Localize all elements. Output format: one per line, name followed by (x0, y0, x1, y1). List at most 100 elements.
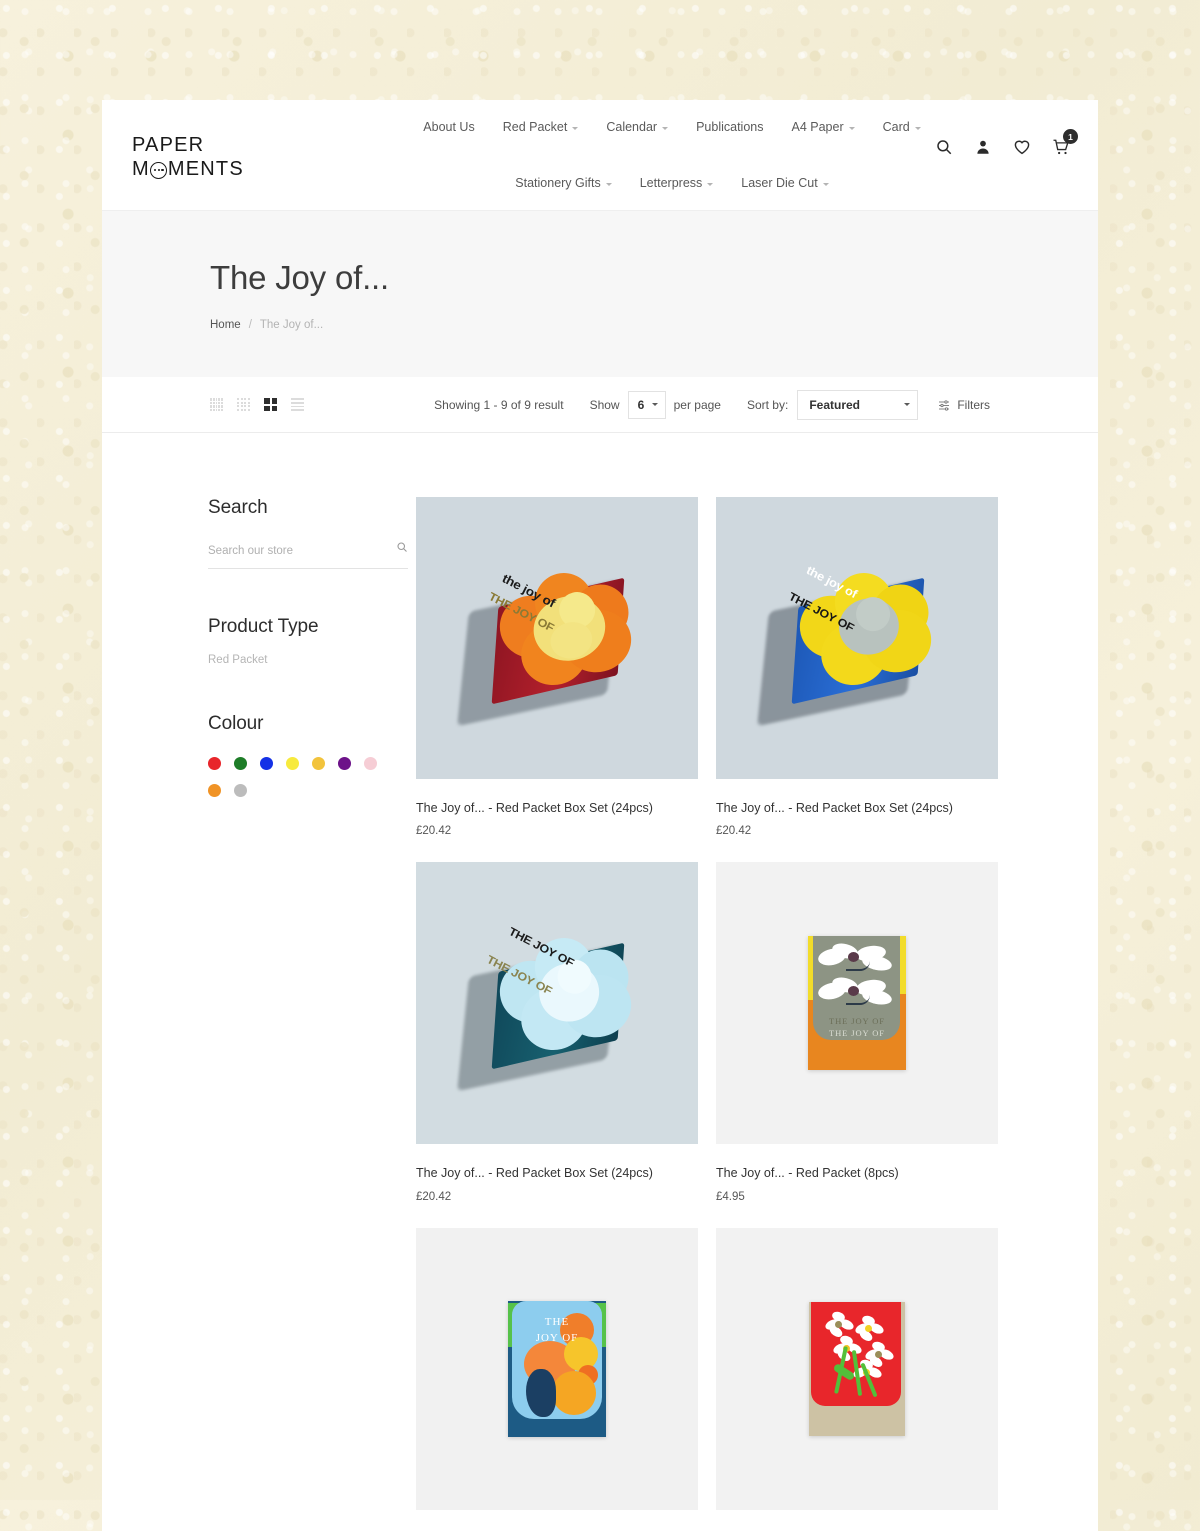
sidebar-search-heading: Search (208, 497, 268, 518)
user-icon[interactable] (974, 138, 992, 156)
nav-label: Red Packet (502, 120, 568, 134)
site-logo[interactable]: PAPER M MENTS (132, 135, 244, 179)
view-mode-switcher (210, 398, 304, 411)
view-mode-list-icon[interactable] (291, 398, 304, 411)
results-count: Showing 1 - 9 of 9 result (434, 397, 564, 412)
chevron-down-icon (572, 126, 579, 130)
colour-swatch-gold[interactable] (312, 757, 325, 770)
product-card[interactable]: THE JOY OF THE JOY OF The Joy of... - Re… (716, 862, 998, 1203)
nav-item-red-packet[interactable]: Red Packet (489, 114, 593, 140)
nav-item-publications[interactable]: Publications (682, 114, 777, 140)
colour-swatch-orange[interactable] (208, 784, 221, 797)
product-title[interactable]: The Joy of... - Red Packet Box Set (24pc… (416, 800, 698, 816)
artwork-text: THE JOY OF (829, 1016, 885, 1027)
product-card[interactable]: THE JOY OF THE JOY OF The Joy of... - Re… (416, 862, 698, 1203)
chevron-down-icon (848, 126, 855, 130)
breadcrumb-current: The Joy of... (259, 319, 324, 331)
colour-swatch-red[interactable] (208, 757, 221, 770)
nav-row-primary: About Us Red Packet Calendar Publication… (382, 114, 962, 140)
nav-label: Stationery Gifts (515, 176, 601, 190)
nav-label: Calendar (606, 120, 658, 134)
site-header: PAPER M MENTS About Us Red Packet Calend… (102, 100, 1098, 210)
search-icon[interactable] (396, 540, 408, 552)
colour-swatch-green[interactable] (234, 757, 247, 770)
filters-button[interactable]: Filters (938, 398, 990, 412)
product-image[interactable]: the joy of THE JOY OF (416, 497, 698, 779)
product-image[interactable] (716, 1227, 998, 1510)
product-image[interactable]: the joy of THE JOY OF (716, 497, 998, 779)
toolbar-controls: Showing 1 - 9 of 9 result Show 6 per pag… (434, 389, 990, 420)
product-title[interactable]: The Joy of... - Red Packet Box Set (24pc… (416, 1165, 698, 1181)
heart-icon[interactable] (1013, 138, 1031, 156)
nav-row-secondary: Stationery Gifts Letterpress Laser Die C… (382, 170, 962, 196)
product-image[interactable]: THE JOY OF THE JOY OF (416, 862, 698, 1145)
colour-swatch-yellow[interactable] (286, 757, 299, 770)
nav-item-calendar[interactable]: Calendar (592, 114, 682, 140)
sidebar-search-box (208, 541, 408, 569)
nav-item-about-us[interactable]: About Us (409, 114, 488, 140)
chevron-down-icon (914, 126, 921, 130)
product-title[interactable]: The Joy of... - Red Packet Box Set (24pc… (716, 800, 998, 816)
product-type-option-red-packet[interactable]: Red Packet (208, 654, 408, 666)
logo-line-1: PAPER (132, 134, 205, 156)
per-page-select[interactable]: 6 (627, 390, 666, 419)
nav-item-letterpress[interactable]: Letterpress (626, 170, 728, 196)
colour-swatch-grey[interactable] (234, 784, 247, 797)
show-label: Show (589, 397, 620, 412)
sidebar-colour-heading: Colour (208, 713, 264, 734)
nav-item-a4-paper[interactable]: A4 Paper (777, 114, 868, 140)
page-title: The Joy of... (210, 259, 389, 296)
nav-label: Publications (696, 120, 764, 134)
sidebar-product-type-heading: Product Type (208, 616, 319, 637)
main-navigation: About Us Red Packet Calendar Publication… (382, 114, 962, 196)
breadcrumb-separator: / (248, 319, 252, 331)
breadcrumb: Home / The Joy of... (210, 319, 1098, 331)
product-card[interactable]: THE JOY OF (416, 1227, 698, 1531)
search-icon[interactable] (935, 138, 953, 156)
nav-item-laser-die-cut[interactable]: Laser Die Cut (727, 170, 842, 196)
product-image[interactable]: THE JOY OF THE JOY OF (716, 862, 998, 1145)
sort-select-wrap: Featured (797, 389, 919, 420)
view-mode-grid-3-icon[interactable] (237, 398, 250, 411)
filter-icon (939, 399, 950, 411)
product-image[interactable]: THE JOY OF (416, 1227, 698, 1510)
colour-swatch-blue[interactable] (260, 757, 273, 770)
sort-by-label: Sort by: (746, 397, 789, 412)
product-title[interactable]: The Joy of... - Red Packet (8pcs) (716, 1165, 998, 1181)
header-icon-group: 1 (935, 129, 1078, 156)
view-mode-grid-5-icon[interactable] (210, 398, 223, 411)
cart-count-badge: 1 (1063, 129, 1078, 144)
product-price: £20.42 (716, 825, 752, 838)
product-price: £20.42 (416, 1190, 452, 1203)
logo-line-2-post: MENTS (167, 158, 244, 180)
nav-item-card[interactable]: Card (869, 114, 935, 140)
nav-item-stationery-gifts[interactable]: Stationery Gifts (501, 170, 625, 196)
logo-dots-icon (150, 161, 168, 179)
nav-label: Letterpress (639, 176, 703, 190)
product-card[interactable]: the joy of THE JOY OF The Joy of... - Re… (716, 497, 998, 837)
filter-sidebar: Search Product Type Red Packet Colour (208, 497, 408, 1531)
product-price: £4.95 (716, 1190, 745, 1203)
colour-swatch-list (208, 757, 378, 797)
colour-swatch-purple[interactable] (338, 757, 351, 770)
product-card[interactable]: the joy of THE JOY OF The Joy of... - Re… (416, 497, 698, 837)
artwork-text: JOY OF (535, 1331, 579, 1344)
search-input[interactable] (208, 545, 368, 557)
chevron-down-icon (822, 182, 829, 186)
colour-swatch-pink[interactable] (364, 757, 377, 770)
sort-by-select[interactable]: Featured (797, 389, 919, 420)
cart-icon[interactable]: 1 (1052, 129, 1078, 156)
logo-line-2-pre: M (132, 158, 150, 180)
filters-label: Filters (957, 397, 990, 412)
view-mode-grid-2-icon[interactable] (264, 398, 277, 411)
chevron-down-icon (707, 182, 714, 186)
nav-label: A4 Paper (791, 120, 844, 134)
page-title-bar: The Joy of... Home / The Joy of... (102, 210, 1098, 377)
site-page: PAPER M MENTS About Us Red Packet Calend… (102, 100, 1098, 1531)
breadcrumb-home-link[interactable]: Home (210, 319, 241, 331)
per-page-label: per page (673, 397, 721, 412)
chevron-down-icon (662, 126, 669, 130)
product-price: £20.42 (416, 825, 452, 838)
artwork-text: THE (544, 1315, 570, 1328)
product-card[interactable] (716, 1227, 998, 1531)
